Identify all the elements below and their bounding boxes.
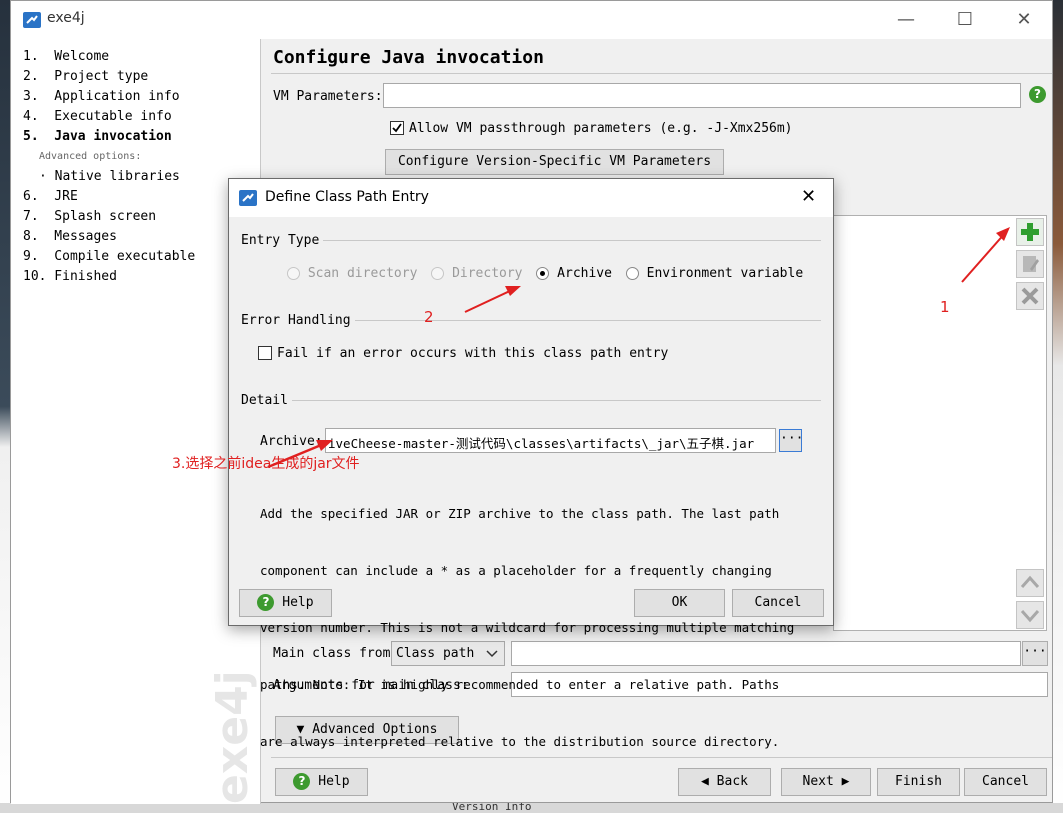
annotation-step-1: 1 [940, 298, 950, 316]
annotation-step-2: 2 [424, 308, 434, 326]
annotation-arrow-2 [464, 288, 515, 313]
annotation-arrow-1-head [996, 227, 1010, 241]
annotation-arrow-3-head [316, 440, 333, 451]
annotation-arrow-1 [961, 231, 1007, 283]
annotation-arrows [267, 227, 1010, 469]
annotation-step-3: 3.选择之前idea生成的jar文件 [172, 456, 360, 472]
